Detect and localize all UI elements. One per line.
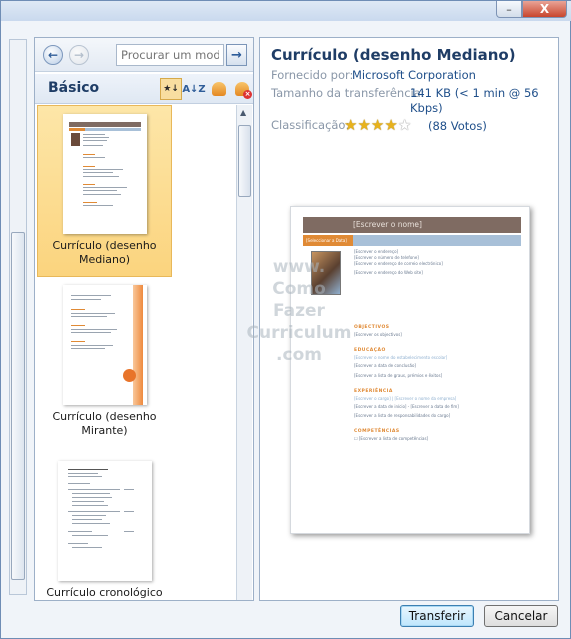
template-search-input[interactable]	[116, 44, 224, 66]
back-button[interactable]: ←	[43, 45, 63, 65]
categories-scrollbar[interactable]	[9, 39, 27, 595]
template-item-label: Currículo (desenho Mirante)	[52, 410, 157, 437]
star-empty-icon: ★	[397, 116, 412, 134]
sort-az-icon: A↓Z	[182, 83, 206, 95]
template-list-scroll-thumb[interactable]	[238, 125, 251, 197]
category-title: Básico	[48, 80, 100, 96]
preview-accent-bar	[353, 235, 521, 246]
user-remove-icon: ×	[235, 82, 252, 99]
rating-stars[interactable]: ★ ★ ★ ★ ★	[344, 118, 411, 133]
template-thumbnail	[57, 461, 152, 581]
star-filled-icon: ★	[384, 116, 398, 134]
user-remove-button[interactable]: ×	[231, 78, 253, 100]
minimize-button[interactable]: –	[496, 1, 522, 18]
search-go-button[interactable]: →	[226, 44, 247, 66]
download-button[interactable]: Transferir	[400, 605, 474, 627]
arrow-right-icon: →	[231, 47, 242, 63]
category-header: Básico ★↓ A↓Z ×	[35, 74, 253, 104]
watermark: www. Como Fazer Curriculum .com	[246, 257, 352, 365]
template-dialog: – X ← → → Básico ★↓ A↓Z ×	[0, 0, 571, 639]
star-filled-icon: ★	[370, 116, 385, 134]
rating-label: Classificação:	[271, 118, 350, 132]
sort-rating-icon: ★↓	[163, 84, 179, 94]
sort-by-rating-button[interactable]: ★↓	[160, 78, 182, 100]
template-item-cronologico[interactable]: Currículo cronológico	[37, 461, 172, 600]
preview-date-label: [Seleccionar a Data]	[303, 235, 353, 246]
forward-button[interactable]: →	[69, 45, 89, 65]
scroll-up-icon[interactable]: ▲	[240, 108, 246, 117]
template-thumbnail	[62, 285, 147, 405]
close-button[interactable]: X	[522, 1, 567, 18]
preview-section-heading: COMPETÊNCIAS	[354, 429, 400, 434]
preview-section-line: ☐ [Escrever a lista de competências]	[354, 436, 429, 441]
preview-name: [Escrever o nome]	[303, 217, 521, 233]
provider-value: Microsoft Corporation	[352, 68, 476, 82]
sort-alphabetical-button[interactable]: A↓Z	[182, 78, 206, 100]
provider-label: Fornecido por:	[271, 68, 354, 82]
preview-section-line: [Escrever a data de início] - [Escrever …	[354, 404, 459, 409]
template-item-label: Currículo cronológico	[46, 586, 163, 599]
title-bar: – X	[1, 1, 571, 21]
template-browser: ← → → Básico ★↓ A↓Z ×	[34, 37, 254, 601]
preview-section-line: [Escrever o cargo] | [Escrever o nome da…	[354, 396, 457, 401]
template-item-mirante[interactable]: Currículo (desenho Mirante)	[37, 285, 172, 445]
navigation-bar: ← → →	[35, 38, 253, 72]
size-value: 141 KB (< 1 min @ 56 Kbps)	[410, 86, 539, 115]
preview-address-line: [Escrever o endereço]	[354, 249, 399, 254]
preview-section-line: [Escrever a lista de graus, prémios e êx…	[354, 373, 443, 378]
template-list: Currículo (desenho Mediano) Currículo (d…	[35, 105, 235, 600]
preview-section-heading: EXPERIÊNCIA	[354, 389, 393, 394]
vote-count: (88 Votos)	[428, 119, 487, 133]
arrow-left-icon: ←	[47, 48, 59, 62]
template-thumbnail	[62, 114, 147, 234]
minimize-icon: –	[506, 2, 512, 16]
template-item-label: Currículo (desenho Mediano)	[52, 239, 157, 266]
preview-section-line: [Escrever a lista de responsabilidades d…	[354, 413, 451, 418]
template-title: Currículo (desenho Mediano)	[271, 46, 516, 64]
star-filled-icon: ★	[357, 116, 371, 134]
categories-scroll-thumb[interactable]	[11, 232, 25, 580]
close-icon: X	[539, 2, 550, 16]
size-label: Tamanho da transferência:	[271, 86, 425, 100]
user-icon	[212, 82, 226, 96]
user-templates-button[interactable]	[208, 78, 230, 100]
star-filled-icon: ★	[344, 116, 358, 134]
cancel-button[interactable]: Cancelar	[484, 605, 558, 627]
template-item-mediano[interactable]: Currículo (desenho Mediano)	[37, 105, 172, 277]
arrow-right-icon: →	[73, 48, 85, 62]
